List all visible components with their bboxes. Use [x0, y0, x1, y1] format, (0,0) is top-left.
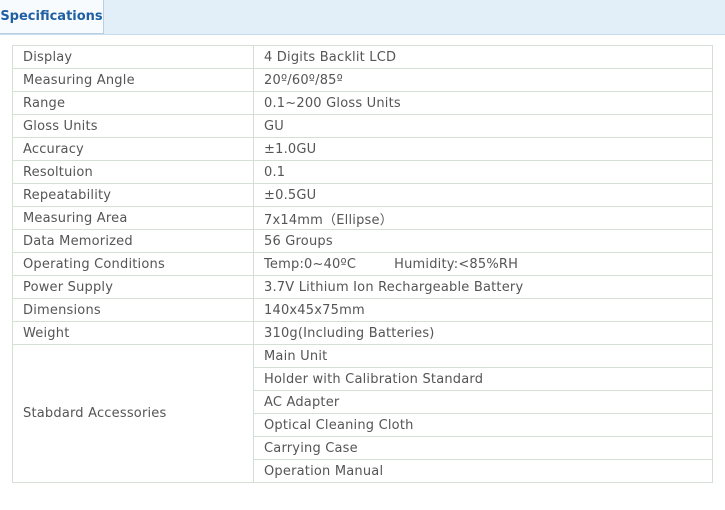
spec-label: Resoltuion — [12, 160, 254, 184]
table-row: Range 0.1~200 Gloss Units — [12, 91, 713, 115]
table-row: Repeatability ±0.5GU — [12, 183, 713, 207]
spec-value: 56 Groups — [253, 229, 713, 253]
spec-value: 310g(Including Batteries) — [253, 321, 713, 345]
spec-value: 0.1~200 Gloss Units — [253, 91, 713, 115]
table-row: Measuring Angle 20º/60º/85º — [12, 68, 713, 92]
table-row: Weight 310g(Including Batteries) — [12, 321, 713, 345]
spec-label: Range — [12, 91, 254, 115]
table-row: Display 4 Digits Backlit LCD — [12, 45, 713, 69]
table-row: Resoltuion 0.1 — [12, 160, 713, 184]
spec-label: Data Memorized — [12, 229, 254, 253]
table-row: Data Memorized 56 Groups — [12, 229, 713, 253]
table-row: Dimensions 140x45x75mm — [12, 298, 713, 322]
spec-label: Measuring Area — [12, 206, 254, 230]
tab-bar: Specifications — [0, 0, 725, 35]
table-row: Operating Conditions Temp:0~40ºC Humidity… — [12, 252, 713, 276]
spec-label: Power Supply — [12, 275, 254, 299]
humidity-value: Humidity:<85%RH — [394, 256, 519, 272]
accessory-item: Optical Cleaning Cloth — [253, 413, 713, 437]
table-row: Measuring Area 7x14mm（Ellipse） — [12, 206, 713, 230]
spec-value: Temp:0~40ºC Humidity:<85%RH — [253, 252, 713, 276]
temperature-value: Temp:0~40ºC — [264, 256, 357, 272]
spec-label: Weight — [12, 321, 254, 345]
accessory-item: Operation Manual — [253, 459, 713, 483]
spec-label: Dimensions — [12, 298, 254, 322]
spec-label: Measuring Angle — [12, 68, 254, 92]
spec-label: Accuracy — [12, 137, 254, 161]
spec-value: GU — [253, 114, 713, 138]
accessory-item: Holder with Calibration Standard — [253, 367, 713, 391]
spec-label: Repeatability — [12, 183, 254, 207]
accessory-item: Main Unit — [253, 344, 713, 368]
spec-value: 20º/60º/85º — [253, 68, 713, 92]
spec-value: 4 Digits Backlit LCD — [253, 45, 713, 69]
spec-value: 7x14mm（Ellipse） — [253, 206, 713, 230]
spec-value: 140x45x75mm — [253, 298, 713, 322]
spec-value: ±0.5GU — [253, 183, 713, 207]
tab-specifications[interactable]: Specifications — [0, 0, 104, 34]
accessory-item: Carrying Case — [253, 436, 713, 460]
table-row: Accuracy ±1.0GU — [12, 137, 713, 161]
spec-label: Display — [12, 45, 254, 69]
spec-value: 3.7V Lithium Ion Rechargeable Battery — [253, 275, 713, 299]
spec-label: Operating Conditions — [12, 252, 254, 276]
accessory-item: AC Adapter — [253, 390, 713, 414]
accessories-label: Stabdard Accessories — [12, 344, 254, 483]
table-row: Stabdard Accessories Main Unit — [12, 344, 713, 483]
spec-value: 0.1 — [253, 160, 713, 184]
spec-value: ±1.0GU — [253, 137, 713, 161]
spec-label: Gloss Units — [12, 114, 254, 138]
table-row: Power Supply 3.7V Lithium Ion Rechargeab… — [12, 275, 713, 299]
specifications-table: Display 4 Digits Backlit LCD Measuring A… — [12, 45, 713, 483]
table-row: Gloss Units GU — [12, 114, 713, 138]
